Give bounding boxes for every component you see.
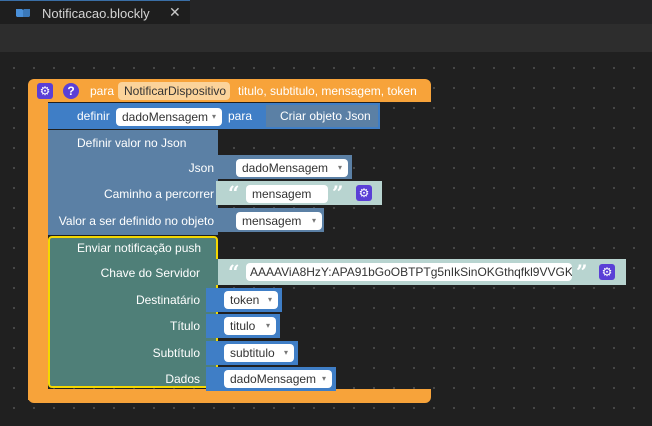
server-key-socket [200,259,220,285]
open-quote-icon: “ [228,260,240,284]
data-label: Dados [165,372,200,386]
title-variable: titulo [230,319,256,333]
data-variable: dadoMensagem [230,372,317,386]
json-set-title: Definir valor no Json [77,136,187,150]
chevron-down-icon: ▾ [283,348,288,357]
open-quote-icon: “ [228,181,240,205]
definir-label: definir [77,109,110,123]
title-label: Título [169,319,200,333]
destination-label: Destinatário [135,293,200,307]
json-label: Json [188,161,214,175]
subtitle-variable: subtitulo [230,346,275,360]
close-quote-icon: ” [332,181,344,205]
toolbar [0,24,652,52]
chevron-down-icon: ▾ [267,295,272,304]
tab-bar: Notificacao.blockly ✕ [0,0,652,24]
value-variable: mensagem [242,214,302,228]
procedure-name: NotificarDispositivo [124,84,227,98]
server-key-value: AAAAViA8HzY:APA91bGoOBTPTg5nIkSinOKGthqf… [250,265,572,279]
chevron-down-icon: ▾ [311,216,316,225]
gear-icon[interactable]: ⚙ [599,264,615,280]
definir-para-label: para [228,109,253,123]
close-icon[interactable]: ✕ [169,4,181,21]
push-title: Enviar notificação push [77,241,202,255]
chevron-down-icon: ▾ [337,163,342,172]
title-variable-dropdown[interactable]: titulo ▾ [224,317,276,335]
json-variable-dropdown[interactable]: dadoMensagem ▾ [236,159,348,177]
value-label: Valor a ser definido no objeto [58,214,214,228]
subtitle-label: Subtítulo [152,346,200,360]
destination-variable-dropdown[interactable]: token ▾ [224,291,278,309]
procedure-name-field[interactable]: NotificarDispositivo [118,82,230,100]
path-value: mensagem [252,187,312,201]
chevron-down-icon: ▾ [211,112,216,121]
path-label: Caminho a percorrer [103,187,214,201]
gear-icon[interactable]: ⚙ [37,83,53,99]
help-icon[interactable]: ? [63,83,79,99]
destination-variable: token [230,293,260,307]
push-block[interactable] [48,236,218,388]
data-variable-dropdown[interactable]: dadoMensagem ▾ [224,370,332,388]
criar-objeto-json-block[interactable]: Criar objeto Json [266,105,378,127]
path-text-field[interactable]: mensagem [246,185,328,203]
close-quote-icon: ” [576,260,588,284]
chevron-down-icon: ▾ [321,374,326,383]
subtitle-variable-dropdown[interactable]: subtitulo ▾ [224,344,294,362]
value-variable-dropdown[interactable]: mensagem ▾ [236,212,322,230]
server-key-label: Chave do Servidor [100,266,200,280]
tab-label: Notificacao.blockly [42,6,150,21]
procedure-para-label: para [90,84,115,98]
procedure-params: titulo, subtitulo, mensagem, token [238,84,417,98]
tab-notificacao[interactable]: Notificacao.blockly ✕ [0,0,190,24]
chevron-down-icon: ▾ [265,321,270,330]
server-key-field[interactable]: AAAAViA8HzY:APA91bGoOBTPTg5nIkSinOKGthqf… [246,263,572,281]
gear-icon[interactable]: ⚙ [356,185,372,201]
file-icon [16,9,30,17]
json-variable: dadoMensagem [242,161,329,175]
definir-variable: dadoMensagem [122,110,209,124]
criar-objeto-json-label: Criar objeto Json [280,109,371,123]
procedure-block-left-rail [28,100,48,400]
definir-variable-dropdown[interactable]: dadoMensagem ▾ [116,108,222,126]
procedure-block-footer [28,389,431,403]
